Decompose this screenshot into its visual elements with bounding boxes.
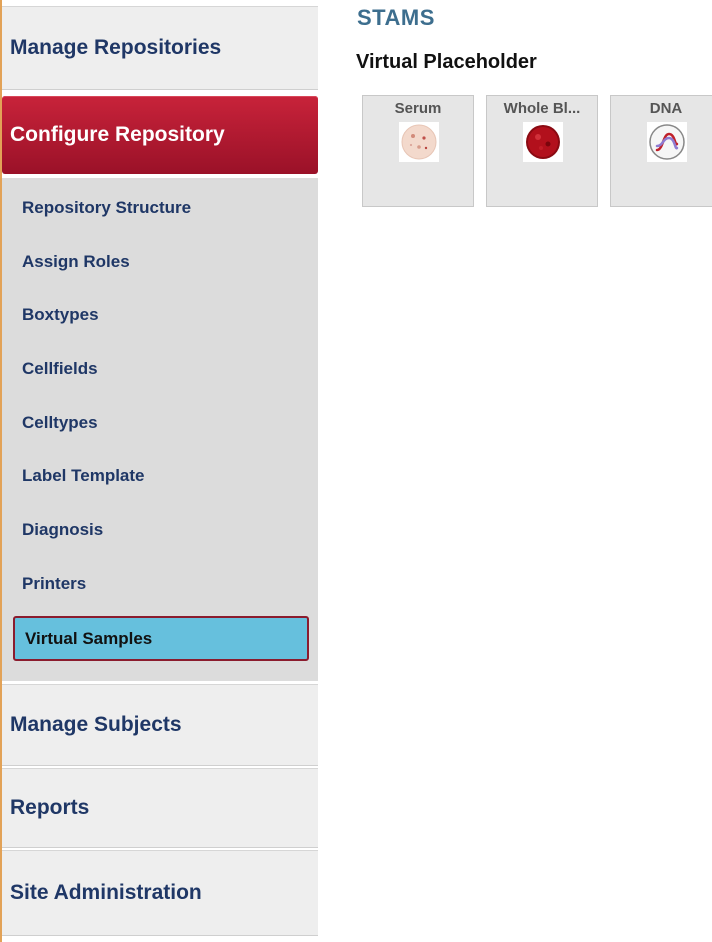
configure-repository-submenu: Repository Structure Assign Roles Boxtyp… (2, 178, 318, 681)
page: Manage Repositories Configure Repository… (0, 0, 712, 942)
nav-reports[interactable]: Reports (2, 768, 318, 848)
sub-item-assign-roles[interactable]: Assign Roles (22, 252, 130, 272)
section-title: Virtual Placeholder (356, 51, 537, 73)
sample-tile-dna[interactable]: DNA (610, 95, 712, 207)
tile-label: DNA (649, 100, 683, 117)
sample-tile-serum[interactable]: Serum (362, 95, 474, 207)
app-title: STAMS (357, 5, 435, 30)
tile-label: Serum (394, 100, 442, 117)
nav-site-administration[interactable]: Site Administration (2, 850, 318, 936)
whole-blood-icon (523, 122, 563, 162)
sub-item-cellfields[interactable]: Cellfields (22, 359, 98, 379)
tile-label: Whole Bl... (503, 100, 581, 117)
sample-tile-whole-blood[interactable]: Whole Bl... (486, 95, 598, 207)
nav-configure-repository[interactable]: Configure Repository (2, 96, 318, 174)
sub-item-celltypes[interactable]: Celltypes (22, 413, 98, 433)
sidebar: Manage Repositories Configure Repository… (2, 6, 318, 936)
sub-item-label-template[interactable]: Label Template (22, 466, 145, 486)
sub-item-diagnosis[interactable]: Diagnosis (22, 520, 103, 540)
serum-icon (399, 122, 439, 162)
dna-icon (647, 122, 687, 162)
sub-item-virtual-samples[interactable]: Virtual Samples (13, 616, 309, 661)
sub-item-repository-structure[interactable]: Repository Structure (22, 198, 191, 218)
sub-item-boxtypes[interactable]: Boxtypes (22, 305, 99, 325)
nav-manage-repositories[interactable]: Manage Repositories (2, 6, 318, 90)
sub-item-printers[interactable]: Printers (22, 574, 86, 594)
nav-manage-subjects[interactable]: Manage Subjects (2, 684, 318, 766)
